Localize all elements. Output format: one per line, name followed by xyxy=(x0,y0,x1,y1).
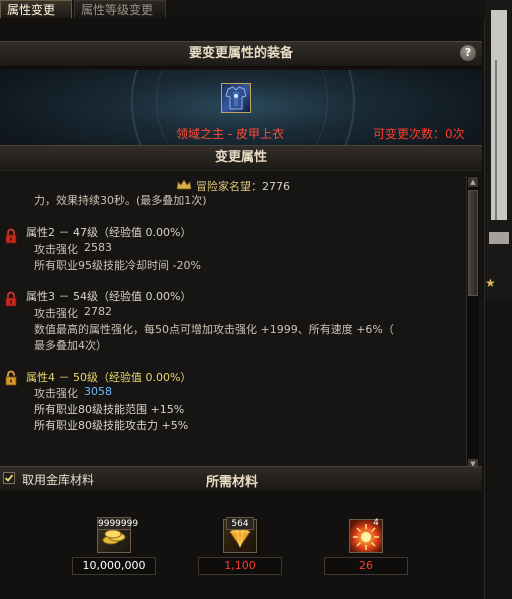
property-3-header: 属性3 － 54级（经验值 0.00%） xyxy=(26,290,192,303)
crown-icon xyxy=(176,179,192,191)
background-block xyxy=(485,300,512,599)
help-icon[interactable]: ? xyxy=(460,45,476,61)
material-count: 9999999 xyxy=(97,517,139,530)
background-block xyxy=(489,232,509,244)
property-4-desc: 所有职业80级技能范围 +15% xyxy=(34,403,185,416)
property-3-attack-value: 2782 xyxy=(84,305,112,318)
materials-header: 取用金库材料 所需材料 xyxy=(0,466,482,492)
attribute-scrollbar[interactable]: ▲ ▼ xyxy=(466,176,479,470)
property-3-desc-cont: 最多叠加4次） xyxy=(34,339,107,352)
material-required-amount: 26 xyxy=(324,557,408,575)
background-block xyxy=(491,10,507,220)
tab-attribute-change[interactable]: 属性变更 xyxy=(0,0,72,18)
game-window: 属性变更 属性等级变更 ★ 要变更属性的装备 ? 领域之主 - 皮甲上衣 可变更… xyxy=(0,0,512,599)
scroll-thumb[interactable] xyxy=(468,190,478,296)
lock-closed-icon[interactable] xyxy=(5,228,17,244)
armor-chest-icon[interactable] xyxy=(221,83,251,113)
property-2-attack-value: 2583 xyxy=(84,241,112,254)
equip-name: 领域之主 - 皮甲上衣 xyxy=(176,127,284,141)
background-line xyxy=(495,60,497,220)
equip-section-header: 要变更属性的装备 ? xyxy=(0,41,482,67)
use-storage-label[interactable]: 取用金库材料 xyxy=(22,471,94,488)
material-required-amount: 1,100 xyxy=(198,557,282,575)
scroll-up-icon[interactable]: ▲ xyxy=(468,177,478,187)
change-count: 可变更次数：0次 xyxy=(373,127,465,141)
material-required-amount: 10,000,000 xyxy=(72,557,156,575)
material-count: 564 xyxy=(226,517,254,530)
change-section-title: 变更属性 xyxy=(214,150,267,165)
required-materials-title: 所需材料 xyxy=(206,475,259,490)
property-2-attack-label: 攻击强化 xyxy=(34,243,78,256)
property-2-header: 属性2 － 47级（经验值 0.00%） xyxy=(26,226,192,239)
background-window-edge: ★ xyxy=(485,0,512,599)
lock-closed-icon[interactable] xyxy=(5,291,17,307)
materials-list: 9999999 10,000,000 564 1,100 4 26 xyxy=(0,491,482,599)
lock-open-icon[interactable] xyxy=(5,370,17,386)
tab-bar: 属性变更 属性等级变更 xyxy=(0,0,512,19)
property-4-desc-cont: 所有职业80级技能攻击力 +5% xyxy=(34,419,189,432)
attribute-change-panel: 要变更属性的装备 ? 领域之主 - 皮甲上衣 可变更次数：0次 变更属性 冒险家… xyxy=(0,18,485,599)
tab-attribute-level-change[interactable]: 属性等级变更 xyxy=(74,0,166,18)
property-3-desc: 数值最高的属性强化，每50点可增加攻击强化 +1999、所有速度 +6%（ xyxy=(34,323,394,336)
use-storage-checkbox[interactable] xyxy=(3,472,15,484)
material-count: 4 xyxy=(373,518,379,528)
property-3-attack-label: 攻击强化 xyxy=(34,307,78,320)
change-section-header: 变更属性 xyxy=(0,145,482,171)
property-4-header: 属性4 － 50级（经验值 0.00%） xyxy=(26,371,192,384)
star-icon: ★ xyxy=(485,276,496,290)
equip-section-title: 要变更属性的装备 xyxy=(188,46,293,61)
property-4-attack-label: 攻击强化 xyxy=(34,387,78,400)
reputation-value: 2776 xyxy=(262,180,290,193)
property-2-desc: 所有职业95级技能冷却时间 -20% xyxy=(34,259,201,272)
attribute-text: 力，效果持续30秒。(最多叠加1次) xyxy=(34,194,207,207)
property-4-attack-value: 3058 xyxy=(84,385,112,398)
